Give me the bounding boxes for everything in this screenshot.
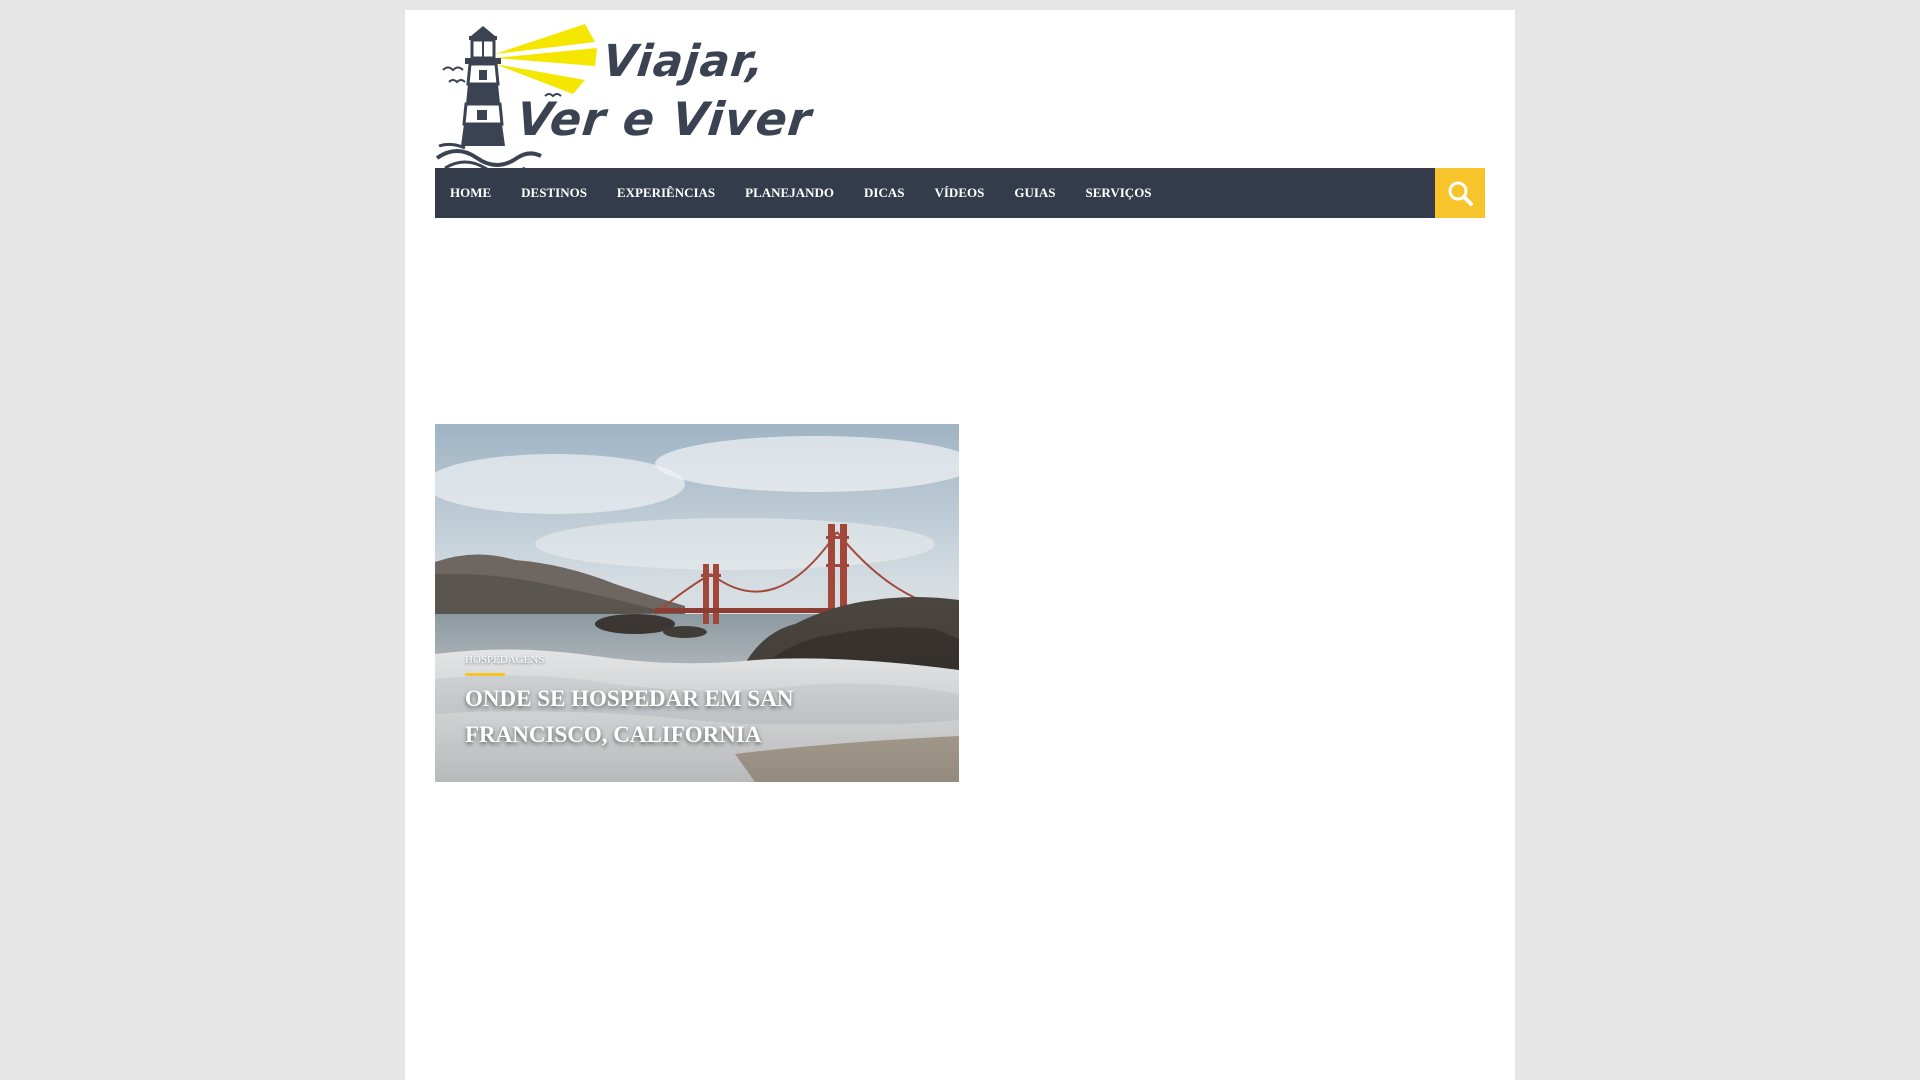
- featured-post-card[interactable]: HOSPEDAGENS ONDE SE HOSPEDAR EM SAN FRAN…: [435, 424, 959, 782]
- page-container: Viajar, Ver e Viver HOME DESTINOS EXPERI…: [405, 10, 1515, 1080]
- nav-item-guias[interactable]: GUIAS: [999, 168, 1070, 218]
- nav-item-planejando[interactable]: PLANEJANDO: [730, 168, 849, 218]
- nav-menu: HOME DESTINOS EXPERIÊNCIAS PLANEJANDO DI…: [435, 168, 1167, 218]
- category-underline: [465, 673, 505, 676]
- search-button[interactable]: [1435, 168, 1485, 218]
- search-icon: [1448, 181, 1473, 206]
- main-navigation: HOME DESTINOS EXPERIÊNCIAS PLANEJANDO DI…: [435, 168, 1485, 218]
- logo-text-line2: Ver e Viver: [514, 92, 815, 146]
- nav-item-dicas[interactable]: DICAS: [849, 168, 919, 218]
- logo-text-line1: Viajar,: [600, 36, 768, 87]
- nav-item-home[interactable]: HOME: [435, 168, 506, 218]
- nav-item-servicos[interactable]: SERVIÇOS: [1071, 168, 1167, 218]
- site-logo[interactable]: Viajar, Ver e Viver: [435, 22, 815, 172]
- post-title[interactable]: ONDE SE HOSPEDAR EM SAN FRANCISCO, CALIF…: [465, 681, 865, 753]
- nav-item-destinos[interactable]: DESTINOS: [506, 168, 602, 218]
- post-category-label[interactable]: HOSPEDAGENS: [465, 654, 544, 672]
- nav-item-experiencias[interactable]: EXPERIÊNCIAS: [602, 168, 730, 218]
- nav-item-videos[interactable]: VÍDEOS: [919, 168, 999, 218]
